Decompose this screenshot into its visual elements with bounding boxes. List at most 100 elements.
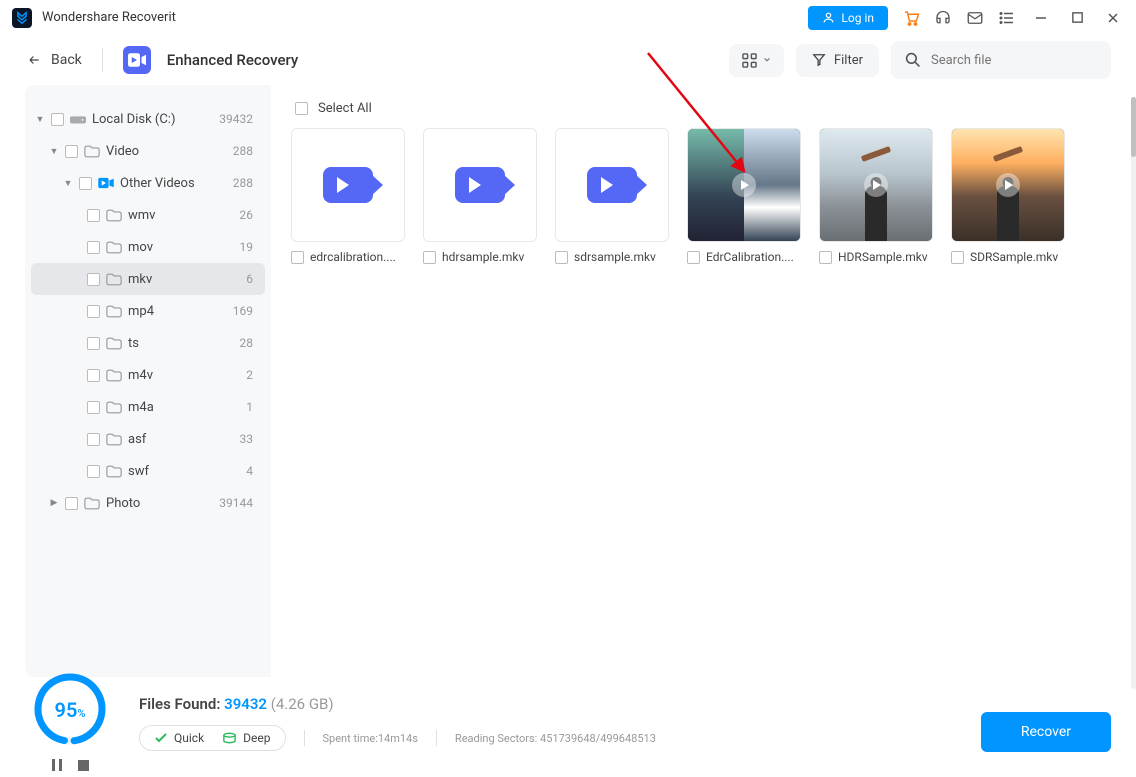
file-name: HDRSample.mkv — [838, 250, 933, 264]
checkbox[interactable] — [87, 401, 100, 414]
support-icon[interactable] — [934, 9, 952, 27]
select-all-checkbox[interactable] — [295, 102, 308, 115]
file-name: SDRSample.mkv — [970, 250, 1065, 264]
chevron-down-icon — [763, 56, 771, 64]
files-found-line: Files Found: 39432 (4.26 GB) — [139, 695, 981, 713]
checkbox[interactable] — [87, 465, 100, 478]
search-box[interactable] — [891, 41, 1111, 79]
reading-sectors: Reading Sectors: 451739648/499648513 — [455, 732, 656, 745]
pause-button[interactable] — [50, 758, 64, 772]
toolbar: Back Enhanced Recovery Filter — [0, 35, 1136, 85]
tree-video[interactable]: ▼ Video 288 — [31, 135, 265, 167]
tree-photo[interactable]: ▶ Photo 39144 — [31, 487, 265, 519]
folder-icon — [106, 271, 122, 287]
file-thumbnail[interactable] — [819, 128, 933, 242]
progress-ring: 95% — [33, 672, 107, 746]
file-card[interactable]: HDRSample.mkv — [819, 128, 933, 264]
file-card[interactable]: sdrsample.mkv — [555, 128, 669, 264]
file-name: edrcalibration.... — [310, 250, 405, 264]
scan-mode-toggle[interactable]: Quick Deep — [139, 725, 286, 751]
checkbox[interactable] — [65, 497, 78, 510]
tree-item-m4a[interactable]: m4a1 — [31, 391, 265, 423]
file-thumbnail[interactable] — [555, 128, 669, 242]
tree-item-asf[interactable]: asf33 — [31, 423, 265, 455]
file-thumbnail[interactable] — [291, 128, 405, 242]
file-name: EdrCalibration.... — [706, 250, 801, 264]
tree-item-swf[interactable]: swf4 — [31, 455, 265, 487]
file-card[interactable]: hdrsample.mkv — [423, 128, 537, 264]
folder-icon — [106, 207, 122, 223]
folder-icon — [106, 399, 122, 415]
tree-local-disk[interactable]: ▼ Local Disk (C:) 39432 — [31, 103, 265, 135]
file-checkbox[interactable] — [951, 251, 964, 264]
file-name: hdrsample.mkv — [442, 250, 537, 264]
collapse-icon[interactable]: ▼ — [63, 178, 73, 189]
file-thumbnail[interactable] — [423, 128, 537, 242]
quick-mode[interactable]: Quick — [154, 731, 204, 745]
file-card[interactable]: EdrCalibration.... — [687, 128, 801, 264]
mail-icon[interactable] — [966, 9, 984, 27]
folder-icon — [106, 431, 122, 447]
select-all-label: Select All — [318, 101, 372, 116]
tree-item-mp4[interactable]: mp4169 — [31, 295, 265, 327]
tree-item-ts[interactable]: ts28 — [31, 327, 265, 359]
checkbox[interactable] — [87, 337, 100, 350]
file-thumbnail[interactable] — [687, 128, 801, 242]
file-checkbox[interactable] — [555, 251, 568, 264]
file-checkbox[interactable] — [423, 251, 436, 264]
checkbox[interactable] — [87, 241, 100, 254]
scrollbar[interactable] — [1131, 97, 1136, 689]
checkbox[interactable] — [51, 113, 64, 126]
folder-icon — [84, 143, 100, 159]
footer: 95% Files Found: 39432 (4.26 GB) Quick D… — [0, 677, 1136, 777]
checkbox[interactable] — [87, 305, 100, 318]
tree-other-videos[interactable]: ▼ Other Videos 288 — [31, 167, 265, 199]
collapse-icon[interactable]: ▼ — [35, 114, 45, 125]
video-folder-icon — [98, 175, 114, 191]
checkbox[interactable] — [79, 177, 92, 190]
app-logo — [12, 8, 32, 28]
disk-icon — [70, 111, 86, 127]
filter-label: Filter — [834, 53, 863, 68]
filter-button[interactable]: Filter — [796, 44, 879, 77]
divider — [102, 48, 103, 72]
deep-mode[interactable]: Deep — [222, 731, 270, 745]
tree-item-mkv[interactable]: mkv6 — [31, 263, 265, 295]
file-card[interactable]: SDRSample.mkv — [951, 128, 1065, 264]
check-icon — [154, 732, 168, 744]
filter-icon — [812, 53, 826, 67]
cart-icon[interactable] — [902, 9, 920, 27]
tree-item-wmv[interactable]: wmv26 — [31, 199, 265, 231]
stop-button[interactable] — [76, 758, 90, 772]
mode-icon — [123, 46, 151, 74]
sidebar: ▼ Local Disk (C:) 39432 ▼ Video 288 ▼ Ot… — [25, 85, 271, 677]
recover-button[interactable]: Recover — [981, 712, 1111, 752]
file-thumbnail[interactable] — [951, 128, 1065, 242]
tree-item-mov[interactable]: mov19 — [31, 231, 265, 263]
search-icon — [905, 52, 921, 68]
mode-title: Enhanced Recovery — [167, 51, 299, 69]
minimize-button[interactable] — [1030, 7, 1052, 29]
checkbox[interactable] — [87, 369, 100, 382]
checkbox[interactable] — [87, 273, 100, 286]
maximize-button[interactable] — [1066, 7, 1088, 29]
file-checkbox[interactable] — [687, 251, 700, 264]
login-button[interactable]: Log in — [808, 6, 888, 30]
spent-time: Spent time:14m14s — [323, 732, 418, 745]
list-icon[interactable] — [998, 9, 1016, 27]
close-button[interactable] — [1102, 7, 1124, 29]
file-card[interactable]: edrcalibration.... — [291, 128, 405, 264]
checkbox[interactable] — [87, 433, 100, 446]
tree-item-m4v[interactable]: m4v2 — [31, 359, 265, 391]
collapse-icon[interactable]: ▼ — [49, 146, 59, 157]
expand-icon[interactable]: ▶ — [49, 498, 59, 508]
back-button[interactable]: Back — [25, 52, 82, 68]
view-toggle-button[interactable] — [729, 44, 784, 77]
folder-icon — [106, 463, 122, 479]
folder-icon — [106, 367, 122, 383]
file-checkbox[interactable] — [819, 251, 832, 264]
search-input[interactable] — [931, 53, 1097, 68]
checkbox[interactable] — [65, 145, 78, 158]
file-checkbox[interactable] — [291, 251, 304, 264]
checkbox[interactable] — [87, 209, 100, 222]
